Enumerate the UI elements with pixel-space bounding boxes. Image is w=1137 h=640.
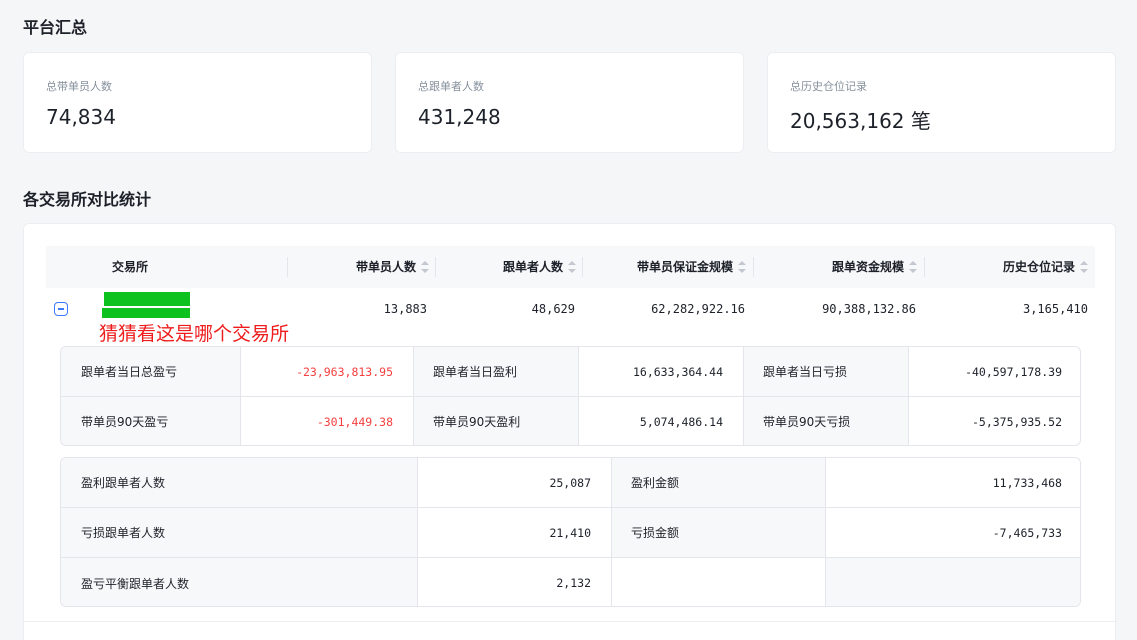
stats-value: 21,410: [549, 525, 591, 540]
exchange-compare-table: 交易所 带单员人数 跟单者人数 带单员保证金规模 跟单资金规模 历史仓位记录 猜…: [23, 223, 1117, 640]
stats-value: -7,465,733: [992, 525, 1062, 540]
pnl-detail-grid: 跟单者当日总盈亏 -23,963,813.95 跟单者当日盈利 16,633,3…: [60, 346, 1081, 446]
grid-line: [743, 347, 744, 445]
stat-card-history: 总历史仓位记录 20,563,162 笔: [767, 52, 1116, 153]
column-header-history[interactable]: 历史仓位记录: [926, 246, 1088, 288]
pnl-label: 带单员90天盈利: [413, 397, 578, 445]
header-divider: [582, 257, 583, 277]
grid-line: [611, 458, 612, 606]
stat-label: 总带单员人数: [46, 80, 112, 93]
stats-label: 亏损跟单者人数: [61, 508, 417, 557]
stats-value: 25,087: [549, 475, 591, 490]
annotation-text: 猜猜看这是哪个交易所: [99, 323, 290, 345]
column-header-traders[interactable]: 带单员人数: [289, 246, 429, 288]
pnl-label: 带单员90天亏损: [743, 397, 908, 445]
column-header-followers[interactable]: 跟单者人数: [437, 246, 576, 288]
grid-line: [413, 347, 414, 445]
sort-icon[interactable]: [738, 261, 746, 273]
column-header-label: 跟单资金规模: [831, 260, 904, 274]
column-header-margin[interactable]: 带单员保证金规模: [584, 246, 746, 288]
pnl-label: 跟单者当日总盈亏: [61, 347, 240, 396]
stats-label: 盈利金额: [611, 458, 825, 507]
summary-title: 平台汇总: [23, 18, 88, 37]
header-divider: [287, 257, 288, 277]
pnl-label: 跟单者当日亏损: [743, 347, 908, 396]
row-followers: 48,629: [531, 302, 575, 316]
header-divider: [435, 257, 436, 277]
stat-value: 74,834: [46, 105, 116, 129]
stat-card-followers: 总跟单者人数 431,248: [395, 52, 744, 153]
pnl-label: 带单员90天盈亏: [61, 397, 240, 445]
stats-label: 亏损金额: [611, 508, 825, 557]
column-header-label: 带单员人数: [355, 260, 416, 274]
grid-line: [240, 347, 241, 445]
column-header-funds[interactable]: 跟单资金规模: [755, 246, 917, 288]
pnl-label: 跟单者当日盈利: [413, 347, 578, 396]
grid-line: [908, 347, 909, 445]
compare-title: 各交易所对比统计: [23, 190, 152, 209]
stat-card-traders: 总带单员人数 74,834: [23, 52, 372, 153]
redacted-exchange-name: [102, 308, 190, 318]
grid-line: [578, 347, 579, 445]
stats-empty: [825, 558, 1080, 606]
table-header: 交易所 带单员人数 跟单者人数 带单员保证金规模 跟单资金规模 历史仓位记录: [46, 246, 1095, 288]
pnl-value: 16,633,364.44: [632, 364, 723, 379]
row-history: 3,165,410: [1022, 302, 1088, 316]
collapse-row-button[interactable]: [54, 302, 68, 316]
pnl-value: -23,963,813.95: [296, 364, 393, 379]
column-header-exchange: 交易所: [112, 260, 149, 274]
pnl-value: 5,074,486.14: [639, 414, 723, 429]
row-traders: 13,883: [383, 302, 427, 316]
stats-value: 11,733,468: [992, 475, 1062, 490]
column-header-label: 跟单者人数: [502, 260, 563, 274]
pnl-value: -5,375,935.52: [971, 414, 1062, 429]
grid-line: [417, 458, 418, 606]
grid-line: [61, 396, 1080, 397]
pnl-value: -40,597,178.39: [965, 364, 1062, 379]
row-funds: 90,388,132.86: [822, 302, 916, 316]
sort-icon[interactable]: [421, 261, 429, 273]
sort-icon[interactable]: [909, 261, 917, 273]
header-divider: [924, 257, 925, 277]
grid-line: [61, 507, 1080, 508]
column-header-label: 历史仓位记录: [1002, 260, 1075, 274]
stats-label: 盈亏平衡跟单者人数: [61, 558, 417, 606]
redacted-exchange-name: [104, 292, 190, 306]
stats-label: 盈利跟单者人数: [61, 458, 417, 507]
pnl-value: -301,449.38: [316, 414, 393, 429]
sort-icon[interactable]: [568, 261, 576, 273]
header-divider: [753, 257, 754, 277]
stat-value: 431,248: [418, 105, 501, 129]
grid-line: [825, 458, 826, 606]
column-header-label: 带单员保证金规模: [636, 260, 733, 274]
stat-label: 总历史仓位记录: [790, 80, 867, 93]
followers-stats-grid: 盈利跟单者人数 25,087 盈利金额 11,733,468 亏损跟单者人数 2…: [60, 457, 1081, 607]
sort-icon[interactable]: [1080, 261, 1088, 273]
stat-value: 20,563,162 笔: [790, 109, 931, 133]
stats-value: 2,132: [556, 576, 591, 590]
grid-line: [61, 557, 1080, 558]
stats-empty: [611, 558, 825, 606]
table-row: [24, 621, 1117, 640]
row-margin: 62,282,922.16: [651, 302, 745, 316]
stat-label: 总跟单者人数: [418, 80, 484, 93]
